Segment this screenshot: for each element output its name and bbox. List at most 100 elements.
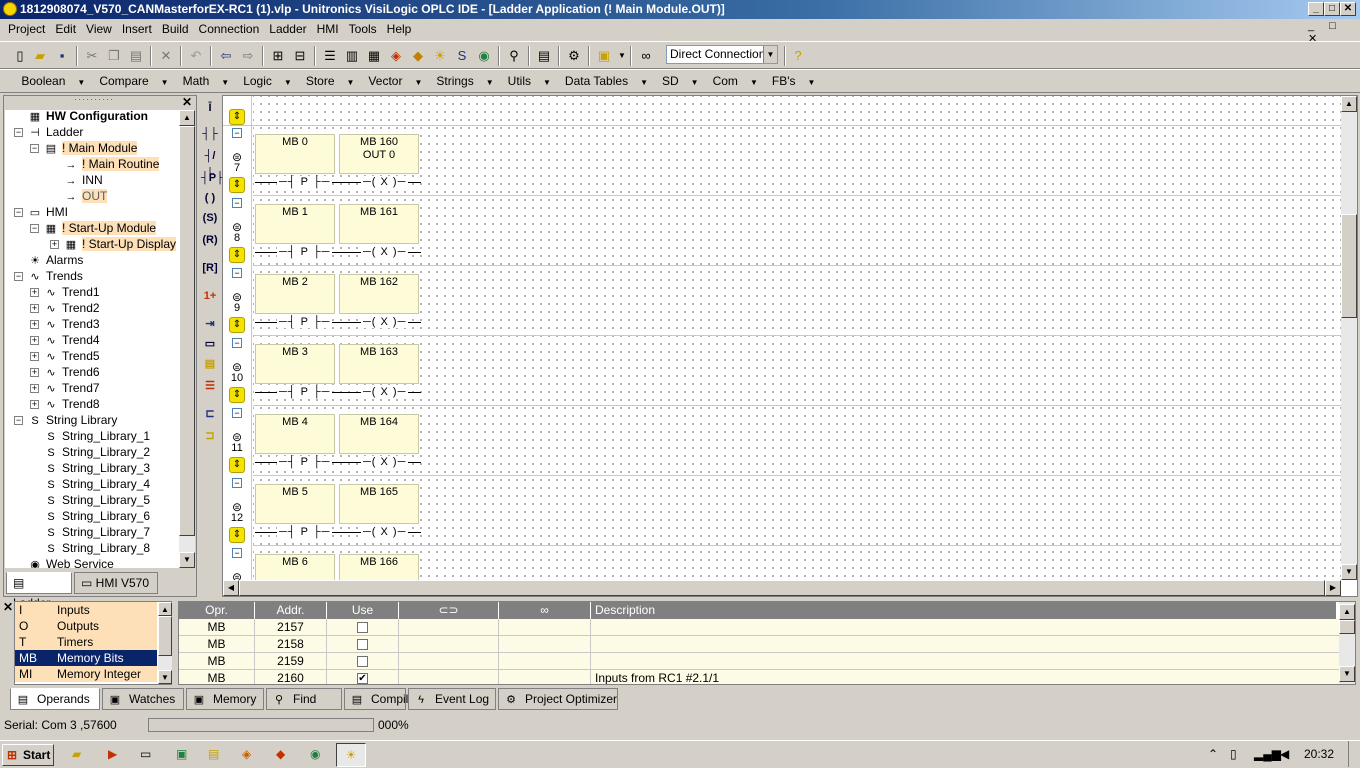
positive-transition-contact[interactable]: ─┤ P ├─ <box>277 246 333 258</box>
scroll-down-button[interactable]: ▼ <box>158 670 172 684</box>
ladder-net[interactable]: − ⊜ 11 ⇕ MB 4 MB 164 ─┤ P ├─ ─( X )─ <box>223 406 1341 476</box>
window-icon[interactable]: ▭ <box>140 747 151 761</box>
call-icon[interactable]: ⊐ <box>201 427 219 445</box>
tree-item[interactable]: ∿ Trend3 <box>43 316 99 332</box>
scroll-thumb[interactable] <box>158 616 172 656</box>
table-row[interactable]: MB 2158 <box>179 636 1339 653</box>
dropdown-compare[interactable]: Compare ▼ <box>89 70 172 94</box>
positive-transition-contact[interactable]: ─┤ P ├─ <box>277 386 333 398</box>
display-icon[interactable]: ▭ <box>201 335 219 353</box>
copy-icon[interactable]: ❐ <box>106 48 122 64</box>
select-tool-icon[interactable]: Ī <box>201 99 219 117</box>
column-header-opr[interactable]: Opr. <box>179 602 255 619</box>
subroutine-icon[interactable]: ⊏ <box>201 405 219 423</box>
column-header-use[interactable]: Use <box>327 602 399 619</box>
cell-power-up[interactable] <box>399 636 499 653</box>
ladder-net[interactable]: − ⊜ 12 ⇕ MB 5 MB 165 ─┤ P ├─ ─( X )─ <box>223 476 1341 546</box>
coil-operand[interactable]: MB 164 <box>339 414 419 454</box>
contact-operand[interactable]: MB 5 <box>255 484 335 524</box>
operand-type-item[interactable]: O Outputs <box>15 618 157 634</box>
move-net-icon[interactable]: ⇕ <box>229 457 245 473</box>
expand-icon[interactable]: + <box>30 400 39 409</box>
hierarchy-icon[interactable]: ⊟ <box>292 48 308 64</box>
tree-item[interactable]: ∿ Trends <box>27 268 83 284</box>
tree-item[interactable]: ∿ Trend5 <box>43 348 99 364</box>
tab-find[interactable]: ⚲ Find <box>266 688 342 710</box>
collapse-net-icon[interactable]: − <box>232 478 242 488</box>
scroll-up-button[interactable]: ▲ <box>179 110 195 126</box>
online-icon[interactable]: ⚙ <box>566 48 582 64</box>
positive-transition-contact[interactable]: ─┤ P ├─ <box>277 316 333 328</box>
use-checkbox[interactable] <box>357 622 368 634</box>
table-row[interactable]: MB 2159 <box>179 653 1339 670</box>
menu-ladder[interactable]: Ladder <box>265 19 310 40</box>
tree-item[interactable]: ∿ Trend8 <box>43 396 99 412</box>
tree-item[interactable]: S String Library <box>27 412 117 428</box>
network-icon[interactable]: ▣ <box>176 747 187 761</box>
column-header-power-up[interactable]: ⊂⊃ <box>399 602 499 619</box>
contact-operand[interactable]: MB 4 <box>255 414 335 454</box>
grid-scrollbar[interactable]: ▲ ▼ <box>1339 602 1355 684</box>
collapse-net-icon[interactable]: − <box>232 128 242 138</box>
volume-icon[interactable]: ◀ <box>1280 747 1289 761</box>
scroll-thumb[interactable] <box>179 126 195 536</box>
download-icon[interactable]: ▦ <box>366 48 382 64</box>
collapse-icon[interactable]: − <box>30 224 39 233</box>
positive-transition-contact[interactable]: ─┤ P ├─ <box>277 596 332 597</box>
contact-operand[interactable]: MB 0 <box>255 134 335 174</box>
start-button[interactable]: ⊞ Start <box>2 744 54 766</box>
tree-scrollbar[interactable]: ▲ ▼ <box>179 110 195 568</box>
ladder-editor[interactable]: ⇕ − ⊜ 7 ⇕ MB 0 MB 160 OUT 0 ─┤ P ├─ ─( X )─ − ⊜ 8 ⇕ M… <box>222 95 1358 597</box>
signal-icon[interactable]: ▂▄▆ <box>1254 747 1281 761</box>
tree-item[interactable]: ∿ Trend6 <box>43 364 99 380</box>
coil-operand[interactable]: MB 163 <box>339 344 419 384</box>
tab-ladder[interactable]: ▤ Ladder <box>6 572 72 610</box>
close-icon[interactable]: ✕ <box>182 95 192 109</box>
paste-icon[interactable]: ▤ <box>128 48 144 64</box>
tree-item[interactable]: ☀ Alarms <box>27 252 83 268</box>
visilogic-task-button[interactable]: ☀ <box>336 743 366 767</box>
collapse-net-icon[interactable]: − <box>232 198 242 208</box>
binoculars-icon[interactable]: ⚲ <box>506 48 522 64</box>
table-row[interactable]: MB 2160 ✔ Inputs from RC1 #2.1/1 <box>179 670 1339 684</box>
glasses-icon[interactable]: ∞ <box>638 48 654 64</box>
dropdown-vector[interactable]: Vector ▼ <box>358 70 426 94</box>
move-net-icon[interactable]: ⇕ <box>229 317 245 333</box>
chrome-icon[interactable]: ◉ <box>310 747 320 761</box>
connection-icon[interactable]: ▣ <box>596 48 612 64</box>
scroll-down-button[interactable]: ▼ <box>179 552 195 568</box>
compile-download-icon[interactable]: ◆ <box>410 48 426 64</box>
use-checkbox[interactable]: ✔ <box>357 673 368 684</box>
collapse-icon[interactable]: − <box>14 416 23 425</box>
cell-watch[interactable] <box>499 653 591 670</box>
operand-type-item[interactable]: MB Memory Bits <box>15 650 157 666</box>
column-header-watch[interactable]: ∞ <box>499 602 591 619</box>
menu-hmi[interactable]: HMI <box>313 19 343 40</box>
forward-arrow-icon[interactable]: ⇨ <box>240 48 256 64</box>
dropdown-utils[interactable]: Utils ▼ <box>498 70 555 94</box>
register-icon[interactable]: [R] <box>201 259 219 277</box>
tab-watches[interactable]: ▣ Watches <box>102 688 184 710</box>
move-net-icon[interactable]: ⇕ <box>229 387 245 403</box>
dropdown-sd[interactable]: SD ▼ <box>652 70 703 94</box>
dropdown-logic[interactable]: Logic ▼ <box>233 70 296 94</box>
menu-tools[interactable]: Tools <box>345 19 381 40</box>
tree-item[interactable]: ⊣ Ladder <box>27 124 83 140</box>
expand-icon[interactable]: + <box>30 320 39 329</box>
connection-select[interactable]: Direct Connection ▼ <box>666 45 778 64</box>
operand-type-item[interactable]: MI Memory Integer <box>15 666 157 682</box>
dropdown-data-tables[interactable]: Data Tables ▼ <box>555 70 652 94</box>
tree-item[interactable]: → ! Main Routine <box>63 156 160 172</box>
ladder-vertical-scrollbar[interactable]: ▲ ▼ <box>1341 96 1357 580</box>
contact-p-icon[interactable]: ┤P├ <box>201 169 224 187</box>
operand-type-item[interactable]: I Inputs <box>15 602 157 618</box>
cell-watch[interactable] <box>499 619 591 636</box>
tab-hmi-v570[interactable]: ▭ HMI V570 <box>74 572 158 594</box>
table-row[interactable]: MB 2157 <box>179 619 1339 636</box>
scroll-down-button[interactable]: ▼ <box>1339 666 1355 682</box>
folder-icon[interactable]: ▰ <box>72 747 81 761</box>
cell-description[interactable]: Inputs from RC1 #2.1/1 <box>591 670 1339 684</box>
collapse-net-icon[interactable]: − <box>232 338 242 348</box>
output-coil[interactable]: ─( X )─ <box>361 456 409 468</box>
contact-operand[interactable]: MB 3 <box>255 344 335 384</box>
